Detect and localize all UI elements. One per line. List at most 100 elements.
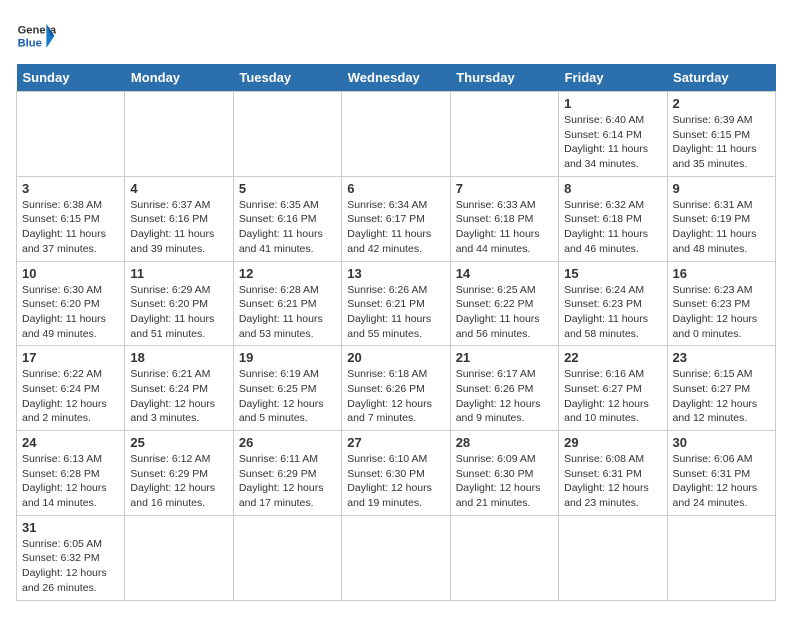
day-info: Sunrise: 6:15 AMSunset: 6:27 PMDaylight:… (673, 367, 770, 426)
weekday-header-sunday: Sunday (17, 64, 125, 92)
calendar-cell (342, 92, 450, 177)
day-info: Sunrise: 6:05 AMSunset: 6:32 PMDaylight:… (22, 537, 119, 596)
calendar-cell: 23 Sunrise: 6:15 AMSunset: 6:27 PMDayligh… (667, 346, 775, 431)
day-number: 12 (239, 266, 336, 281)
calendar-cell (125, 92, 233, 177)
day-number: 30 (673, 435, 770, 450)
day-info: Sunrise: 6:10 AMSunset: 6:30 PMDaylight:… (347, 452, 444, 511)
calendar-cell (450, 92, 558, 177)
calendar-cell: 21 Sunrise: 6:17 AMSunset: 6:26 PMDayligh… (450, 346, 558, 431)
day-info: Sunrise: 6:22 AMSunset: 6:24 PMDaylight:… (22, 367, 119, 426)
day-number: 29 (564, 435, 661, 450)
day-info: Sunrise: 6:26 AMSunset: 6:21 PMDaylight:… (347, 283, 444, 342)
calendar-cell (125, 515, 233, 600)
calendar-cell: 6 Sunrise: 6:34 AMSunset: 6:17 PMDaylight… (342, 176, 450, 261)
day-info: Sunrise: 6:40 AMSunset: 6:14 PMDaylight:… (564, 113, 661, 172)
day-number: 2 (673, 96, 770, 111)
calendar-cell: 1 Sunrise: 6:40 AMSunset: 6:14 PMDaylight… (559, 92, 667, 177)
calendar-week-6: 31 Sunrise: 6:05 AMSunset: 6:32 PMDayligh… (17, 515, 776, 600)
calendar-cell: 18Sunrise: 6:21 AMSunset: 6:24 PMDayligh… (125, 346, 233, 431)
calendar-cell (450, 515, 558, 600)
weekday-header-thursday: Thursday (450, 64, 558, 92)
calendar-cell: 30 Sunrise: 6:06 AMSunset: 6:31 PMDayligh… (667, 431, 775, 516)
calendar-week-3: 10 Sunrise: 6:30 AMSunset: 6:20 PMDayligh… (17, 261, 776, 346)
weekday-header-friday: Friday (559, 64, 667, 92)
day-info: Sunrise: 6:37 AMSunset: 6:16 PMDaylight:… (130, 198, 227, 257)
weekday-header-monday: Monday (125, 64, 233, 92)
day-number: 31 (22, 520, 119, 535)
day-number: 13 (347, 266, 444, 281)
day-number: 14 (456, 266, 553, 281)
calendar-cell: 29 Sunrise: 6:08 AMSunset: 6:31 PMDayligh… (559, 431, 667, 516)
calendar-cell: 16 Sunrise: 6:23 AMSunset: 6:23 PMDayligh… (667, 261, 775, 346)
page-header: General Blue (16, 16, 776, 56)
day-info: Sunrise: 6:28 AMSunset: 6:21 PMDaylight:… (239, 283, 336, 342)
day-number: 25 (130, 435, 227, 450)
day-number: 8 (564, 181, 661, 196)
calendar-week-5: 24 Sunrise: 6:13 AMSunset: 6:28 PMDayligh… (17, 431, 776, 516)
calendar-cell: 22 Sunrise: 6:16 AMSunset: 6:27 PMDayligh… (559, 346, 667, 431)
day-info: Sunrise: 6:13 AMSunset: 6:28 PMDaylight:… (22, 452, 119, 511)
day-number: 20 (347, 350, 444, 365)
day-info: Sunrise: 6:31 AMSunset: 6:19 PMDaylight:… (673, 198, 770, 257)
calendar-cell: 5 Sunrise: 6:35 AMSunset: 6:16 PMDaylight… (233, 176, 341, 261)
day-info: Sunrise: 6:06 AMSunset: 6:31 PMDaylight:… (673, 452, 770, 511)
day-info: Sunrise: 6:19 AMSunset: 6:25 PMDaylight:… (239, 367, 336, 426)
day-info: Sunrise: 6:18 AMSunset: 6:26 PMDaylight:… (347, 367, 444, 426)
day-info: Sunrise: 6:35 AMSunset: 6:16 PMDaylight:… (239, 198, 336, 257)
day-number: 6 (347, 181, 444, 196)
day-number: 9 (673, 181, 770, 196)
day-number: 27 (347, 435, 444, 450)
day-info: Sunrise: 6:30 AMSunset: 6:20 PMDaylight:… (22, 283, 119, 342)
day-number: 26 (239, 435, 336, 450)
day-info: Sunrise: 6:32 AMSunset: 6:18 PMDaylight:… (564, 198, 661, 257)
day-number: 1 (564, 96, 661, 111)
day-info: Sunrise: 6:08 AMSunset: 6:31 PMDaylight:… (564, 452, 661, 511)
day-number: 7 (456, 181, 553, 196)
logo-icon: General Blue (16, 16, 56, 56)
calendar-week-4: 17 Sunrise: 6:22 AMSunset: 6:24 PMDayligh… (17, 346, 776, 431)
day-info: Sunrise: 6:12 AMSunset: 6:29 PMDaylight:… (130, 452, 227, 511)
weekday-header-row: SundayMondayTuesdayWednesdayThursdayFrid… (17, 64, 776, 92)
day-number: 17 (22, 350, 119, 365)
svg-text:Blue: Blue (18, 37, 42, 49)
day-info: Sunrise: 6:23 AMSunset: 6:23 PMDaylight:… (673, 283, 770, 342)
day-info: Sunrise: 6:11 AMSunset: 6:29 PMDaylight:… (239, 452, 336, 511)
calendar-cell: 3 Sunrise: 6:38 AMSunset: 6:15 PMDaylight… (17, 176, 125, 261)
calendar-week-2: 3 Sunrise: 6:38 AMSunset: 6:15 PMDaylight… (17, 176, 776, 261)
weekday-header-saturday: Saturday (667, 64, 775, 92)
calendar-table: SundayMondayTuesdayWednesdayThursdayFrid… (16, 64, 776, 601)
calendar-cell (559, 515, 667, 600)
calendar-cell: 15Sunrise: 6:24 AMSunset: 6:23 PMDayligh… (559, 261, 667, 346)
day-info: Sunrise: 6:33 AMSunset: 6:18 PMDaylight:… (456, 198, 553, 257)
calendar-cell: 24 Sunrise: 6:13 AMSunset: 6:28 PMDayligh… (17, 431, 125, 516)
day-number: 10 (22, 266, 119, 281)
day-info: Sunrise: 6:38 AMSunset: 6:15 PMDaylight:… (22, 198, 119, 257)
day-info: Sunrise: 6:29 AMSunset: 6:20 PMDaylight:… (130, 283, 227, 342)
day-number: 11 (130, 266, 227, 281)
calendar-cell: 9 Sunrise: 6:31 AMSunset: 6:19 PMDaylight… (667, 176, 775, 261)
day-info: Sunrise: 6:25 AMSunset: 6:22 PMDaylight:… (456, 283, 553, 342)
day-number: 19 (239, 350, 336, 365)
day-info: Sunrise: 6:34 AMSunset: 6:17 PMDaylight:… (347, 198, 444, 257)
day-info: Sunrise: 6:17 AMSunset: 6:26 PMDaylight:… (456, 367, 553, 426)
day-number: 28 (456, 435, 553, 450)
calendar-cell: 11 Sunrise: 6:29 AMSunset: 6:20 PMDayligh… (125, 261, 233, 346)
calendar-cell: 10 Sunrise: 6:30 AMSunset: 6:20 PMDayligh… (17, 261, 125, 346)
day-number: 16 (673, 266, 770, 281)
calendar-cell: 17 Sunrise: 6:22 AMSunset: 6:24 PMDayligh… (17, 346, 125, 431)
calendar-cell: 27 Sunrise: 6:10 AMSunset: 6:30 PMDayligh… (342, 431, 450, 516)
calendar-cell: 20 Sunrise: 6:18 AMSunset: 6:26 PMDayligh… (342, 346, 450, 431)
day-number: 22 (564, 350, 661, 365)
day-number: 21 (456, 350, 553, 365)
day-number: 23 (673, 350, 770, 365)
day-number: 5 (239, 181, 336, 196)
day-number: 18 (130, 350, 227, 365)
day-number: 3 (22, 181, 119, 196)
calendar-cell: 28 Sunrise: 6:09 AMSunset: 6:30 PMDayligh… (450, 431, 558, 516)
calendar-cell (17, 92, 125, 177)
day-info: Sunrise: 6:09 AMSunset: 6:30 PMDaylight:… (456, 452, 553, 511)
day-info: Sunrise: 6:16 AMSunset: 6:27 PMDaylight:… (564, 367, 661, 426)
day-number: 24 (22, 435, 119, 450)
calendar-cell: 26 Sunrise: 6:11 AMSunset: 6:29 PMDayligh… (233, 431, 341, 516)
